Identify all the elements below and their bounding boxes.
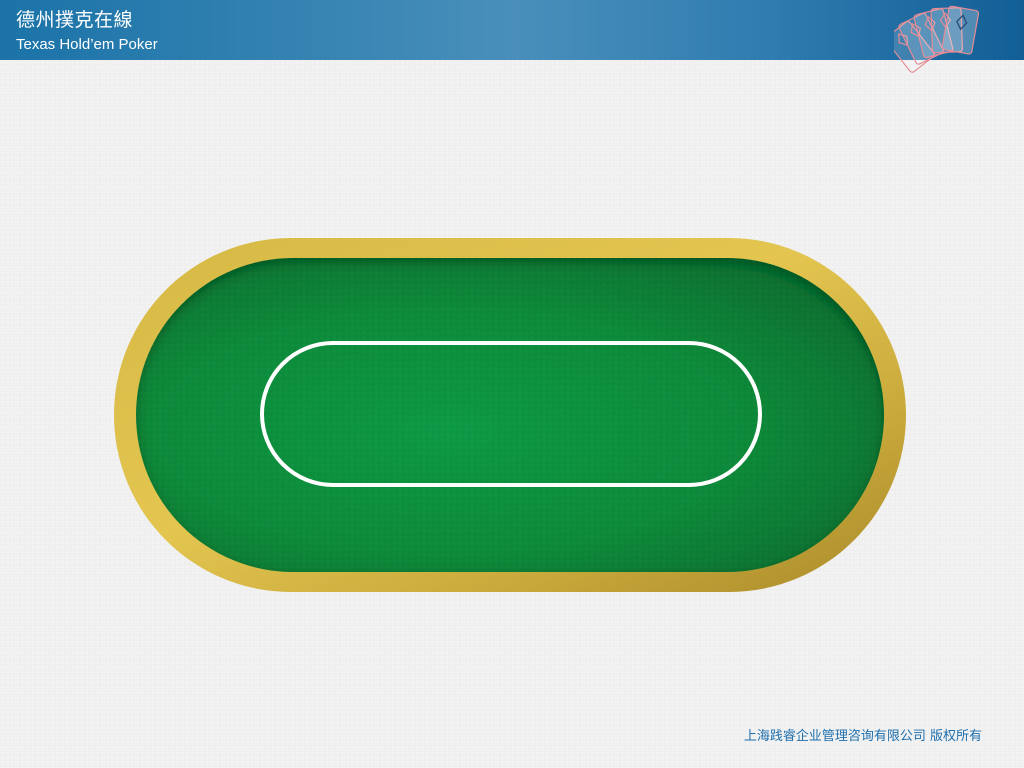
copyright-footer: 上海践睿企业管理咨询有限公司 版权所有 bbox=[743, 729, 982, 744]
poker-table bbox=[0, 0, 1024, 768]
